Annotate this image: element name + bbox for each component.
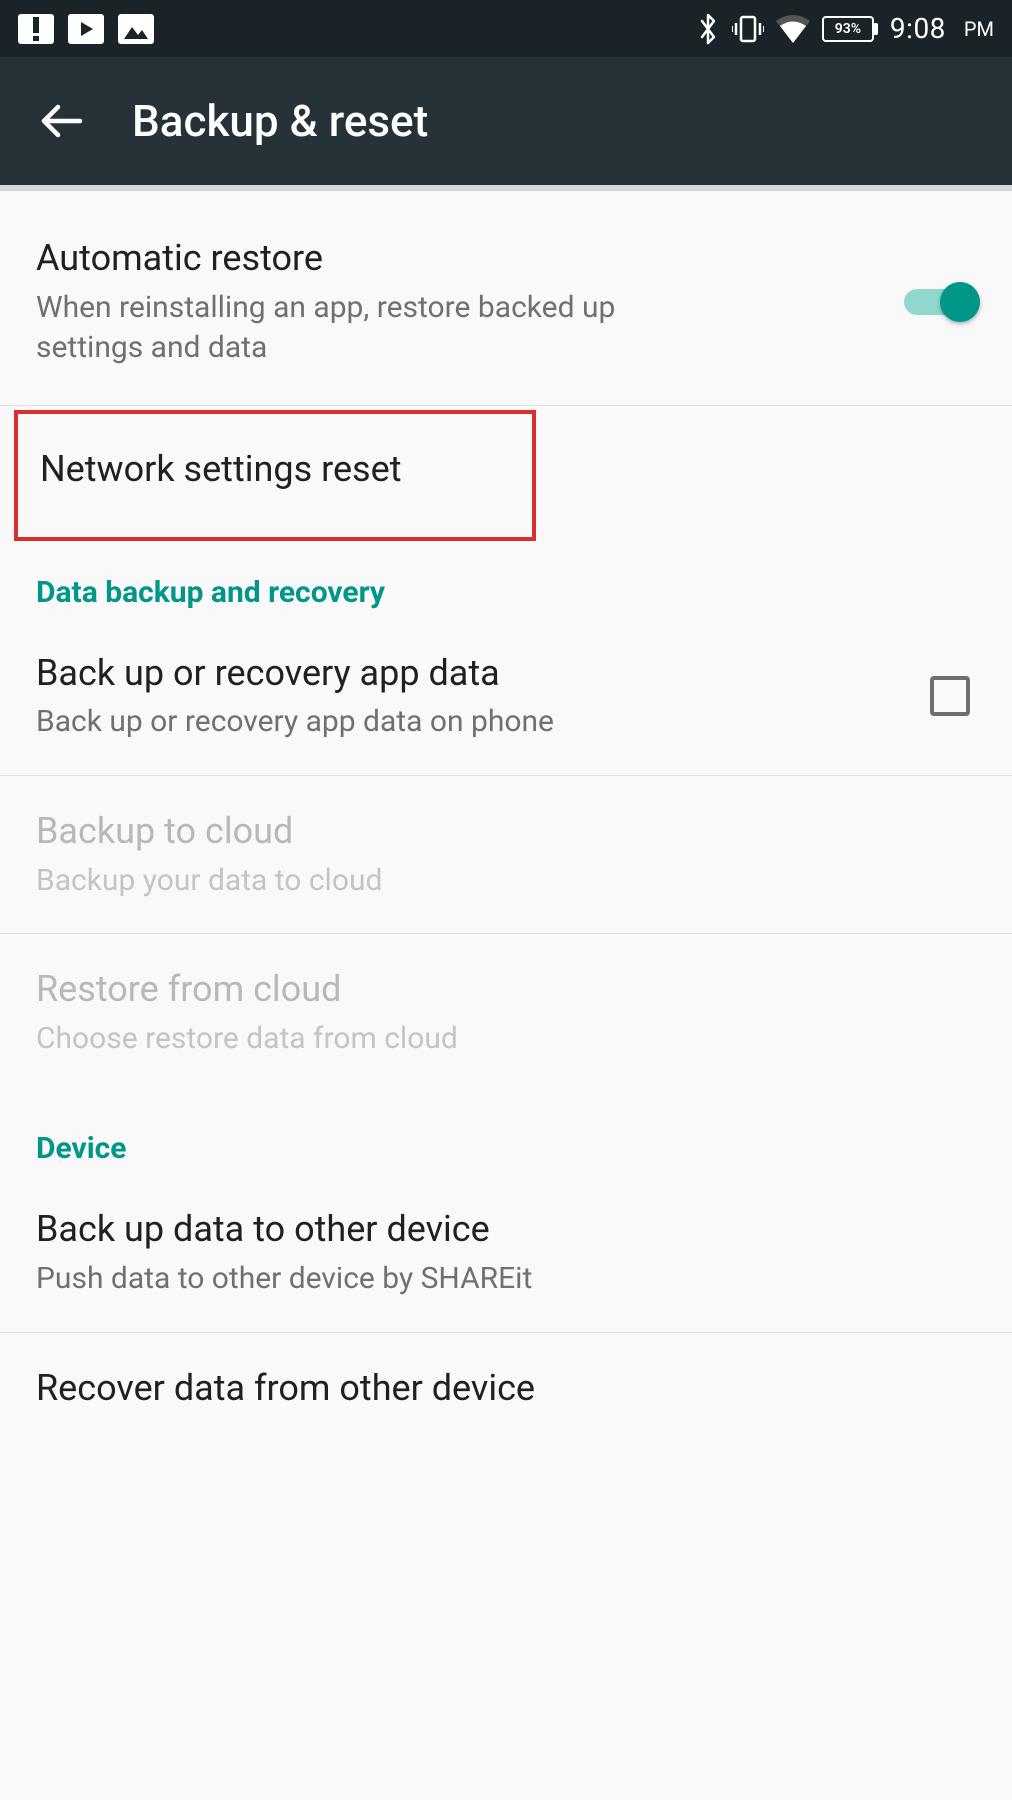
- setting-network-reset[interactable]: Network settings reset: [14, 410, 536, 541]
- wifi-icon: [776, 15, 810, 43]
- item-title: Recover data from other device: [36, 1365, 976, 1412]
- automatic-restore-toggle[interactable]: [904, 284, 976, 320]
- setting-restore-from-cloud: Restore from cloud Choose restore data f…: [0, 934, 1012, 1107]
- status-ampm: PM: [964, 17, 994, 41]
- item-title: Restore from cloud: [36, 966, 976, 1013]
- backup-recovery-checkbox[interactable]: [930, 676, 970, 716]
- battery-percent: 93%: [835, 21, 861, 37]
- gallery-icon: [118, 14, 154, 44]
- item-subtitle: When reinstalling an app, restore backed…: [36, 288, 636, 369]
- item-title: Network settings reset: [40, 446, 510, 493]
- status-time: 9:08: [890, 12, 946, 45]
- section-device: Device: [0, 1107, 1012, 1174]
- alert-icon: [18, 14, 54, 44]
- setting-backup-other-device[interactable]: Back up data to other device Push data t…: [0, 1174, 1012, 1332]
- app-bar: Backup & reset: [0, 57, 1012, 185]
- bluetooth-icon: [696, 12, 720, 46]
- vibrate-icon: [732, 13, 764, 45]
- setting-automatic-restore[interactable]: Automatic restore When reinstalling an a…: [0, 191, 1012, 406]
- item-subtitle: Backup your data to cloud: [36, 861, 976, 902]
- status-left: [18, 14, 154, 44]
- item-subtitle: Choose restore data from cloud: [36, 1019, 976, 1060]
- status-bar: 93% 9:08 PM: [0, 0, 1012, 57]
- item-title: Back up data to other device: [36, 1206, 976, 1253]
- page-title: Backup & reset: [132, 95, 428, 147]
- youtube-icon: [68, 14, 104, 44]
- item-subtitle: Push data to other device by SHAREit: [36, 1259, 976, 1300]
- item-title: Backup to cloud: [36, 808, 976, 855]
- setting-recover-other-device[interactable]: Recover data from other device: [0, 1333, 1012, 1412]
- item-subtitle: Back up or recovery app data on phone: [36, 702, 906, 743]
- setting-backup-recovery-app-data[interactable]: Back up or recovery app data Back up or …: [0, 618, 1012, 776]
- item-title: Back up or recovery app data: [36, 650, 906, 697]
- battery-icon: 93%: [822, 16, 878, 42]
- item-title: Automatic restore: [36, 235, 880, 282]
- setting-backup-to-cloud: Backup to cloud Backup your data to clou…: [0, 776, 1012, 934]
- status-right: 93% 9:08 PM: [696, 12, 994, 46]
- back-button[interactable]: [38, 98, 84, 144]
- content: Automatic restore When reinstalling an a…: [0, 191, 1012, 1412]
- section-data-backup: Data backup and recovery: [0, 551, 1012, 618]
- setting-network-reset-row: Network settings reset: [0, 406, 1012, 551]
